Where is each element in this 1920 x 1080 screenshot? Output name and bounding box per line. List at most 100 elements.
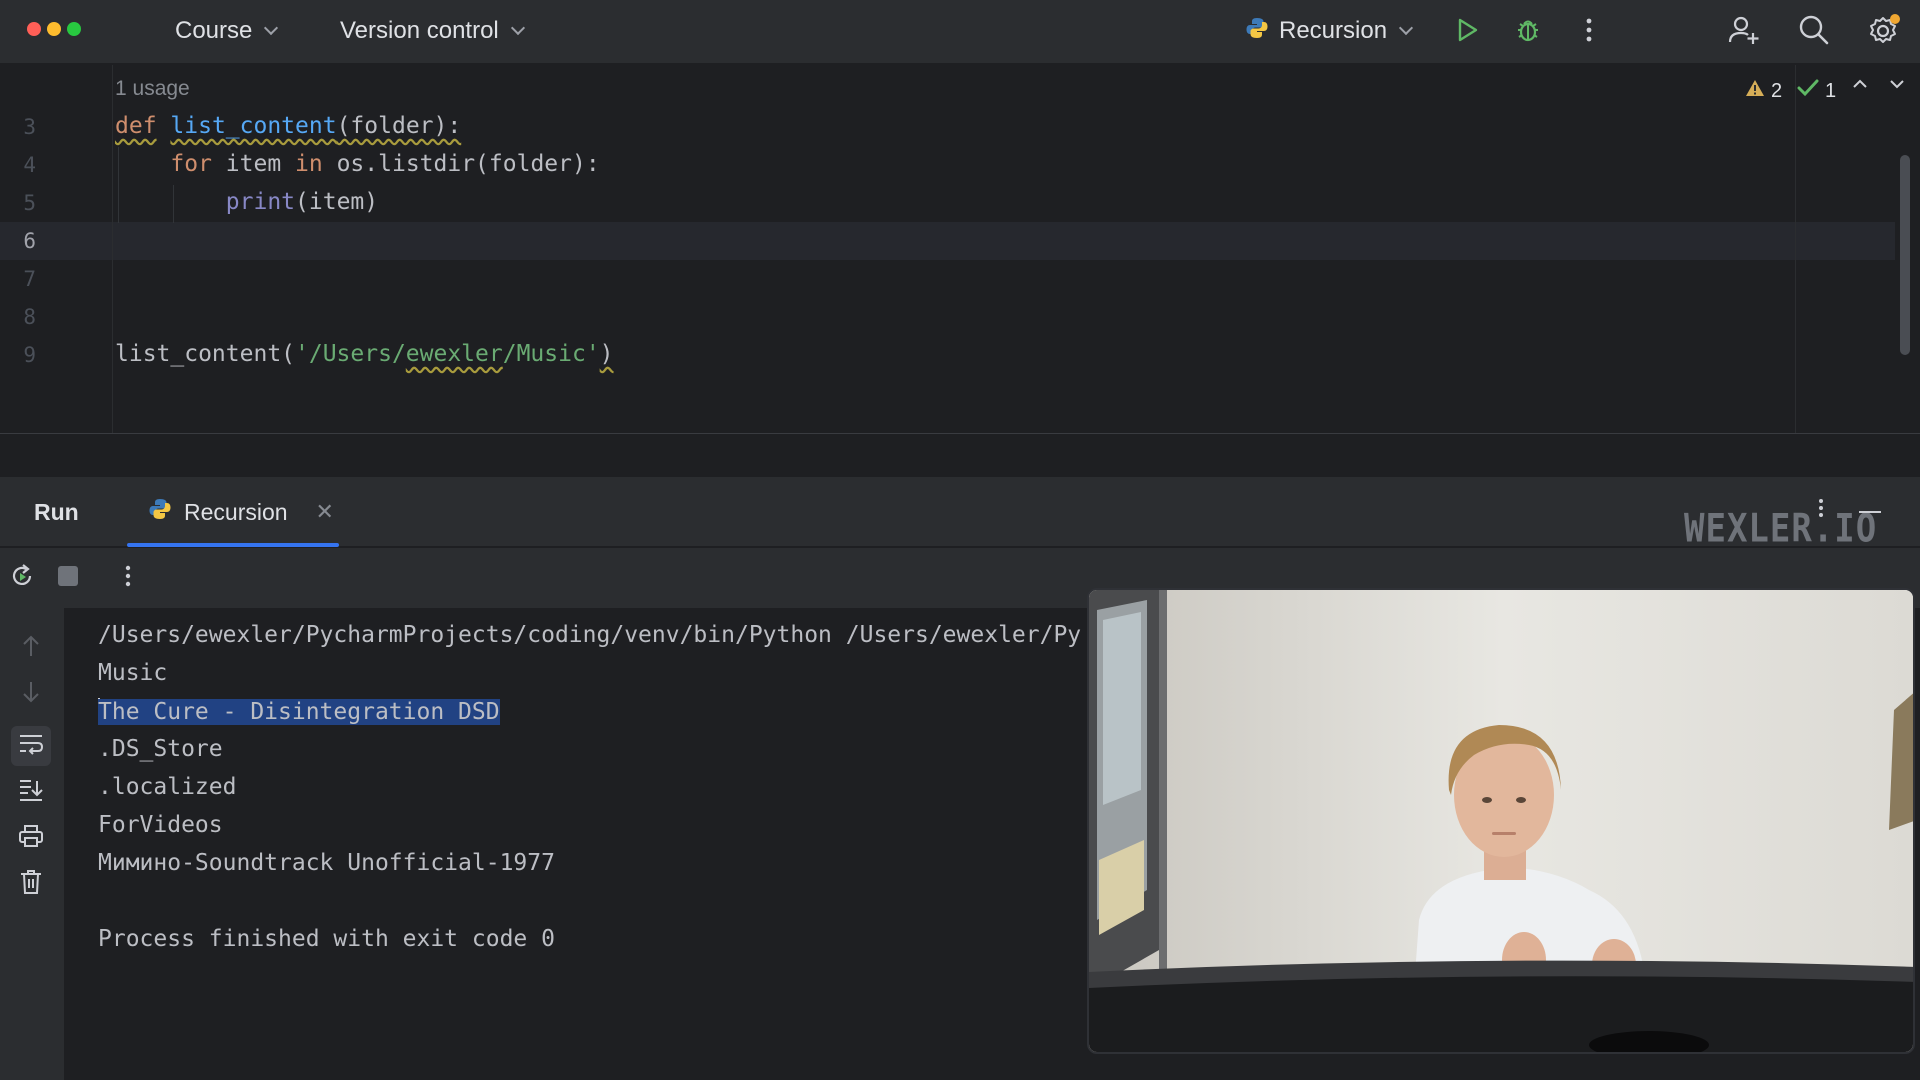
close-tab-icon[interactable]: ✕: [316, 499, 334, 525]
settings-icon: [1867, 13, 1901, 52]
more-icon: [1818, 498, 1824, 523]
chevron-down-icon: [1890, 76, 1904, 94]
line-number: 3: [23, 115, 36, 139]
more-actions-button[interactable]: [1569, 12, 1609, 52]
line-number: 7: [23, 267, 36, 291]
right-margin: [1795, 65, 1796, 433]
code-with-me-button[interactable]: [1724, 12, 1764, 52]
ok-count: 1: [1825, 79, 1837, 102]
previous-problem-button[interactable]: [1845, 67, 1875, 103]
more-icon: [125, 565, 131, 592]
keyword-for: for: [170, 151, 212, 177]
checkmark-icon: [1797, 78, 1819, 104]
run-configuration-label: Recursion: [1279, 17, 1388, 44]
code-line-5[interactable]: print(item): [115, 189, 378, 215]
call-list-content: list_content(: [115, 341, 296, 367]
gutter-separator: [112, 65, 113, 433]
webcam-overlay: [1087, 588, 1915, 1054]
stop-icon: [57, 565, 79, 592]
inspection-ok[interactable]: 1: [1797, 77, 1836, 105]
hide-panel-button[interactable]: [1852, 492, 1888, 528]
keyword-def: def: [115, 113, 157, 139]
listdir-call: os.listdir(folder):: [322, 151, 600, 177]
clear-console-button[interactable]: [11, 864, 51, 904]
minimize-window-button[interactable]: [47, 22, 61, 36]
panel-splitter[interactable]: [0, 433, 1920, 477]
search-everywhere-button[interactable]: [1794, 12, 1834, 52]
console-line-selected: The Cure - Disintegration DSD: [98, 698, 500, 725]
chevron-down-icon: [264, 20, 279, 36]
soft-wrap-toggle[interactable]: [11, 726, 51, 766]
console-line: .DS_Store: [98, 736, 223, 762]
console-line: ForVideos: [98, 812, 223, 838]
warning-count: 2: [1771, 79, 1783, 102]
version-control-menu[interactable]: Version control: [340, 14, 525, 48]
active-tab-indicator: [127, 543, 339, 547]
run-icon: [1454, 17, 1480, 48]
course-menu-label: Course: [175, 17, 253, 44]
code-line-3[interactable]: def list_content(folder):: [115, 113, 461, 139]
function-params: (folder):: [336, 113, 462, 139]
console-line: .localized: [98, 774, 237, 800]
console-line: Music: [98, 660, 168, 686]
soft-wrap-icon: [18, 733, 44, 760]
function-name: list_content: [170, 113, 337, 139]
call-close-paren: ): [599, 341, 614, 367]
up-arrow-icon: [21, 634, 41, 663]
down-arrow-icon: [21, 680, 41, 709]
string-path-end: /Music': [502, 341, 600, 367]
python-icon: [148, 497, 172, 527]
builtin-print: print: [225, 189, 296, 215]
line-number: 9: [23, 343, 36, 367]
console-line: Мимино-Soundtrack Unofficial-1977: [98, 850, 555, 876]
string-path-start: '/Users/: [295, 341, 406, 367]
code-line-4[interactable]: for item in os.listdir(folder):: [115, 151, 600, 177]
tab-recursion[interactable]: Recursion ✕: [128, 477, 340, 547]
next-problem-button[interactable]: [1882, 67, 1912, 103]
run-options-button[interactable]: [1803, 492, 1839, 528]
zoom-window-button[interactable]: [67, 22, 81, 36]
course-menu[interactable]: Course: [175, 14, 279, 48]
add-user-icon: [1728, 14, 1760, 51]
editor-scrollbar[interactable]: [1900, 155, 1910, 355]
chevron-up-icon: [1853, 76, 1867, 94]
line-number-gutter[interactable]: 3 4 5 6 7 8 9: [0, 65, 112, 433]
trash-icon: [20, 869, 42, 900]
run-tab-bar: Run Recursion ✕ WEXLER.IO: [0, 477, 1920, 552]
line-number: 4: [23, 153, 36, 177]
down-stack-button[interactable]: [11, 674, 51, 714]
up-stack-button[interactable]: [11, 628, 51, 668]
minimize-icon: [1859, 501, 1881, 519]
version-control-menu-label: Version control: [340, 17, 499, 44]
watermark-logo: WEXLER.IO: [1684, 506, 1878, 552]
scroll-to-end-button[interactable]: [11, 772, 51, 812]
stop-button[interactable]: [48, 558, 88, 598]
debug-icon: [1514, 16, 1542, 49]
selected-text: The Cure - Disintegration DSD: [98, 699, 500, 725]
run-panel-title: Run: [34, 499, 79, 525]
console-line: /Users/ewexler/PycharmProjects/coding/ve…: [98, 622, 1082, 648]
current-line-highlight: [0, 222, 1895, 260]
more-run-actions-button[interactable]: [108, 558, 148, 598]
search-icon: [1798, 14, 1830, 51]
python-icon: [1245, 16, 1269, 47]
console-side-toolbar: [0, 608, 64, 1080]
debug-button[interactable]: [1508, 12, 1548, 52]
loop-variable: item: [211, 151, 296, 177]
run-button[interactable]: [1447, 12, 1487, 52]
ide-settings-button[interactable]: [1864, 12, 1904, 52]
print-button[interactable]: [11, 818, 51, 858]
code-editor[interactable]: 3 4 5 6 7 8 9 1 usage def list_content(f…: [0, 65, 1920, 433]
console-line-exit-status: Process finished with exit code 0: [98, 926, 555, 952]
run-configuration-selector[interactable]: Recursion: [1245, 14, 1414, 48]
keyword-in: in: [295, 151, 323, 177]
warning-icon: [1745, 78, 1765, 104]
rerun-button[interactable]: [2, 558, 42, 598]
inspection-warnings[interactable]: 2: [1745, 77, 1782, 105]
close-window-button[interactable]: [27, 22, 41, 36]
usages-inlay-hint[interactable]: 1 usage: [115, 77, 190, 101]
tab-label: Recursion: [184, 498, 288, 525]
line-number-current: 6: [23, 229, 36, 253]
print-icon: [18, 824, 44, 853]
code-line-9[interactable]: list_content('/Users/ewexler/Music'): [115, 341, 614, 367]
